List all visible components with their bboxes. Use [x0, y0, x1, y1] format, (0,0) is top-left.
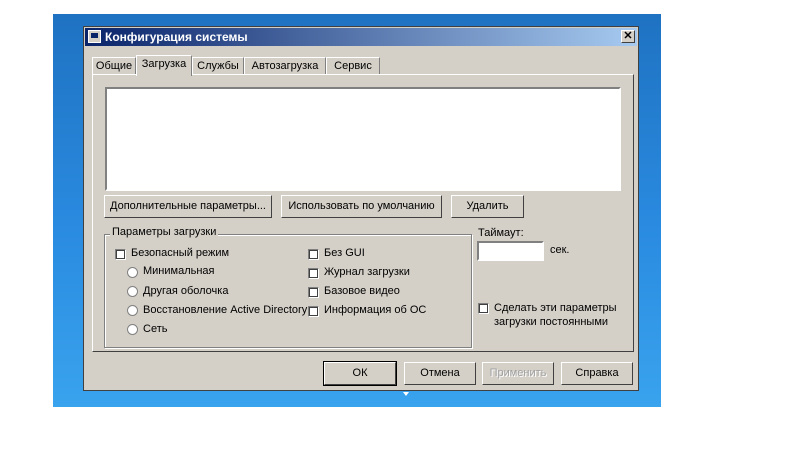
help-button[interactable]: Справка — [561, 362, 633, 385]
ok-button[interactable]: ОК — [323, 361, 397, 386]
advanced-options-button[interactable]: Дополнительные параметры... — [104, 195, 272, 218]
set-as-default-button[interactable]: Использовать по умолчанию — [281, 195, 442, 218]
tab-tools[interactable]: Сервис — [326, 57, 380, 75]
network-label: Сеть — [143, 323, 168, 335]
window-title: Конфигурация системы — [105, 30, 248, 44]
close-icon[interactable]: ✕ — [621, 30, 635, 43]
make-permanent-label-line1: Сделать эти параметры — [494, 302, 617, 314]
cancel-button[interactable]: Отмена — [404, 362, 476, 385]
timeout-label: Таймаут: — [478, 227, 524, 239]
no-gui-checkbox[interactable] — [308, 249, 319, 260]
boot-log-label: Журнал загрузки — [324, 266, 410, 278]
safe-boot-checkbox[interactable] — [115, 249, 126, 260]
os-boot-info-checkbox[interactable] — [308, 306, 319, 317]
msconfig-icon — [88, 30, 101, 43]
base-video-checkbox[interactable] — [308, 287, 319, 298]
timeout-unit: сек. — [550, 244, 570, 256]
tab-startup[interactable]: Автозагрузка — [244, 57, 326, 75]
tab-boot[interactable]: Загрузка — [136, 55, 192, 76]
minimal-label: Минимальная — [143, 265, 215, 277]
no-gui-label: Без GUI — [324, 247, 365, 259]
mouse-cursor-icon — [403, 392, 409, 396]
minimal-radio[interactable] — [127, 267, 138, 278]
make-permanent-label-line2: загрузки постоянными — [494, 316, 609, 328]
os-boot-info-label: Информация об ОС — [324, 304, 427, 316]
delete-button[interactable]: Удалить — [451, 195, 524, 218]
boot-options-title: Параметры загрузки — [110, 226, 219, 238]
make-permanent-checkbox[interactable] — [478, 303, 489, 314]
tab-general[interactable]: Общие — [92, 57, 136, 75]
boot-log-checkbox[interactable] — [308, 268, 319, 279]
network-radio[interactable] — [127, 324, 138, 335]
apply-button[interactable]: Применить — [482, 362, 554, 385]
ad-repair-radio[interactable] — [127, 305, 138, 316]
timeout-input[interactable] — [477, 241, 544, 261]
system-configuration-window: Конфигурация системы ✕ Общие Загрузка Сл… — [83, 26, 639, 391]
base-video-label: Базовое видео — [324, 285, 400, 297]
alternate-shell-label: Другая оболочка — [143, 285, 229, 297]
boot-entries-list[interactable] — [105, 87, 621, 191]
tab-services[interactable]: Службы — [192, 57, 244, 75]
title-bar[interactable]: Конфигурация системы ✕ — [85, 28, 637, 46]
alternate-shell-radio[interactable] — [127, 286, 138, 297]
safe-boot-label: Безопасный режим — [131, 247, 230, 259]
ad-repair-label: Восстановление Active Directory — [143, 304, 308, 316]
